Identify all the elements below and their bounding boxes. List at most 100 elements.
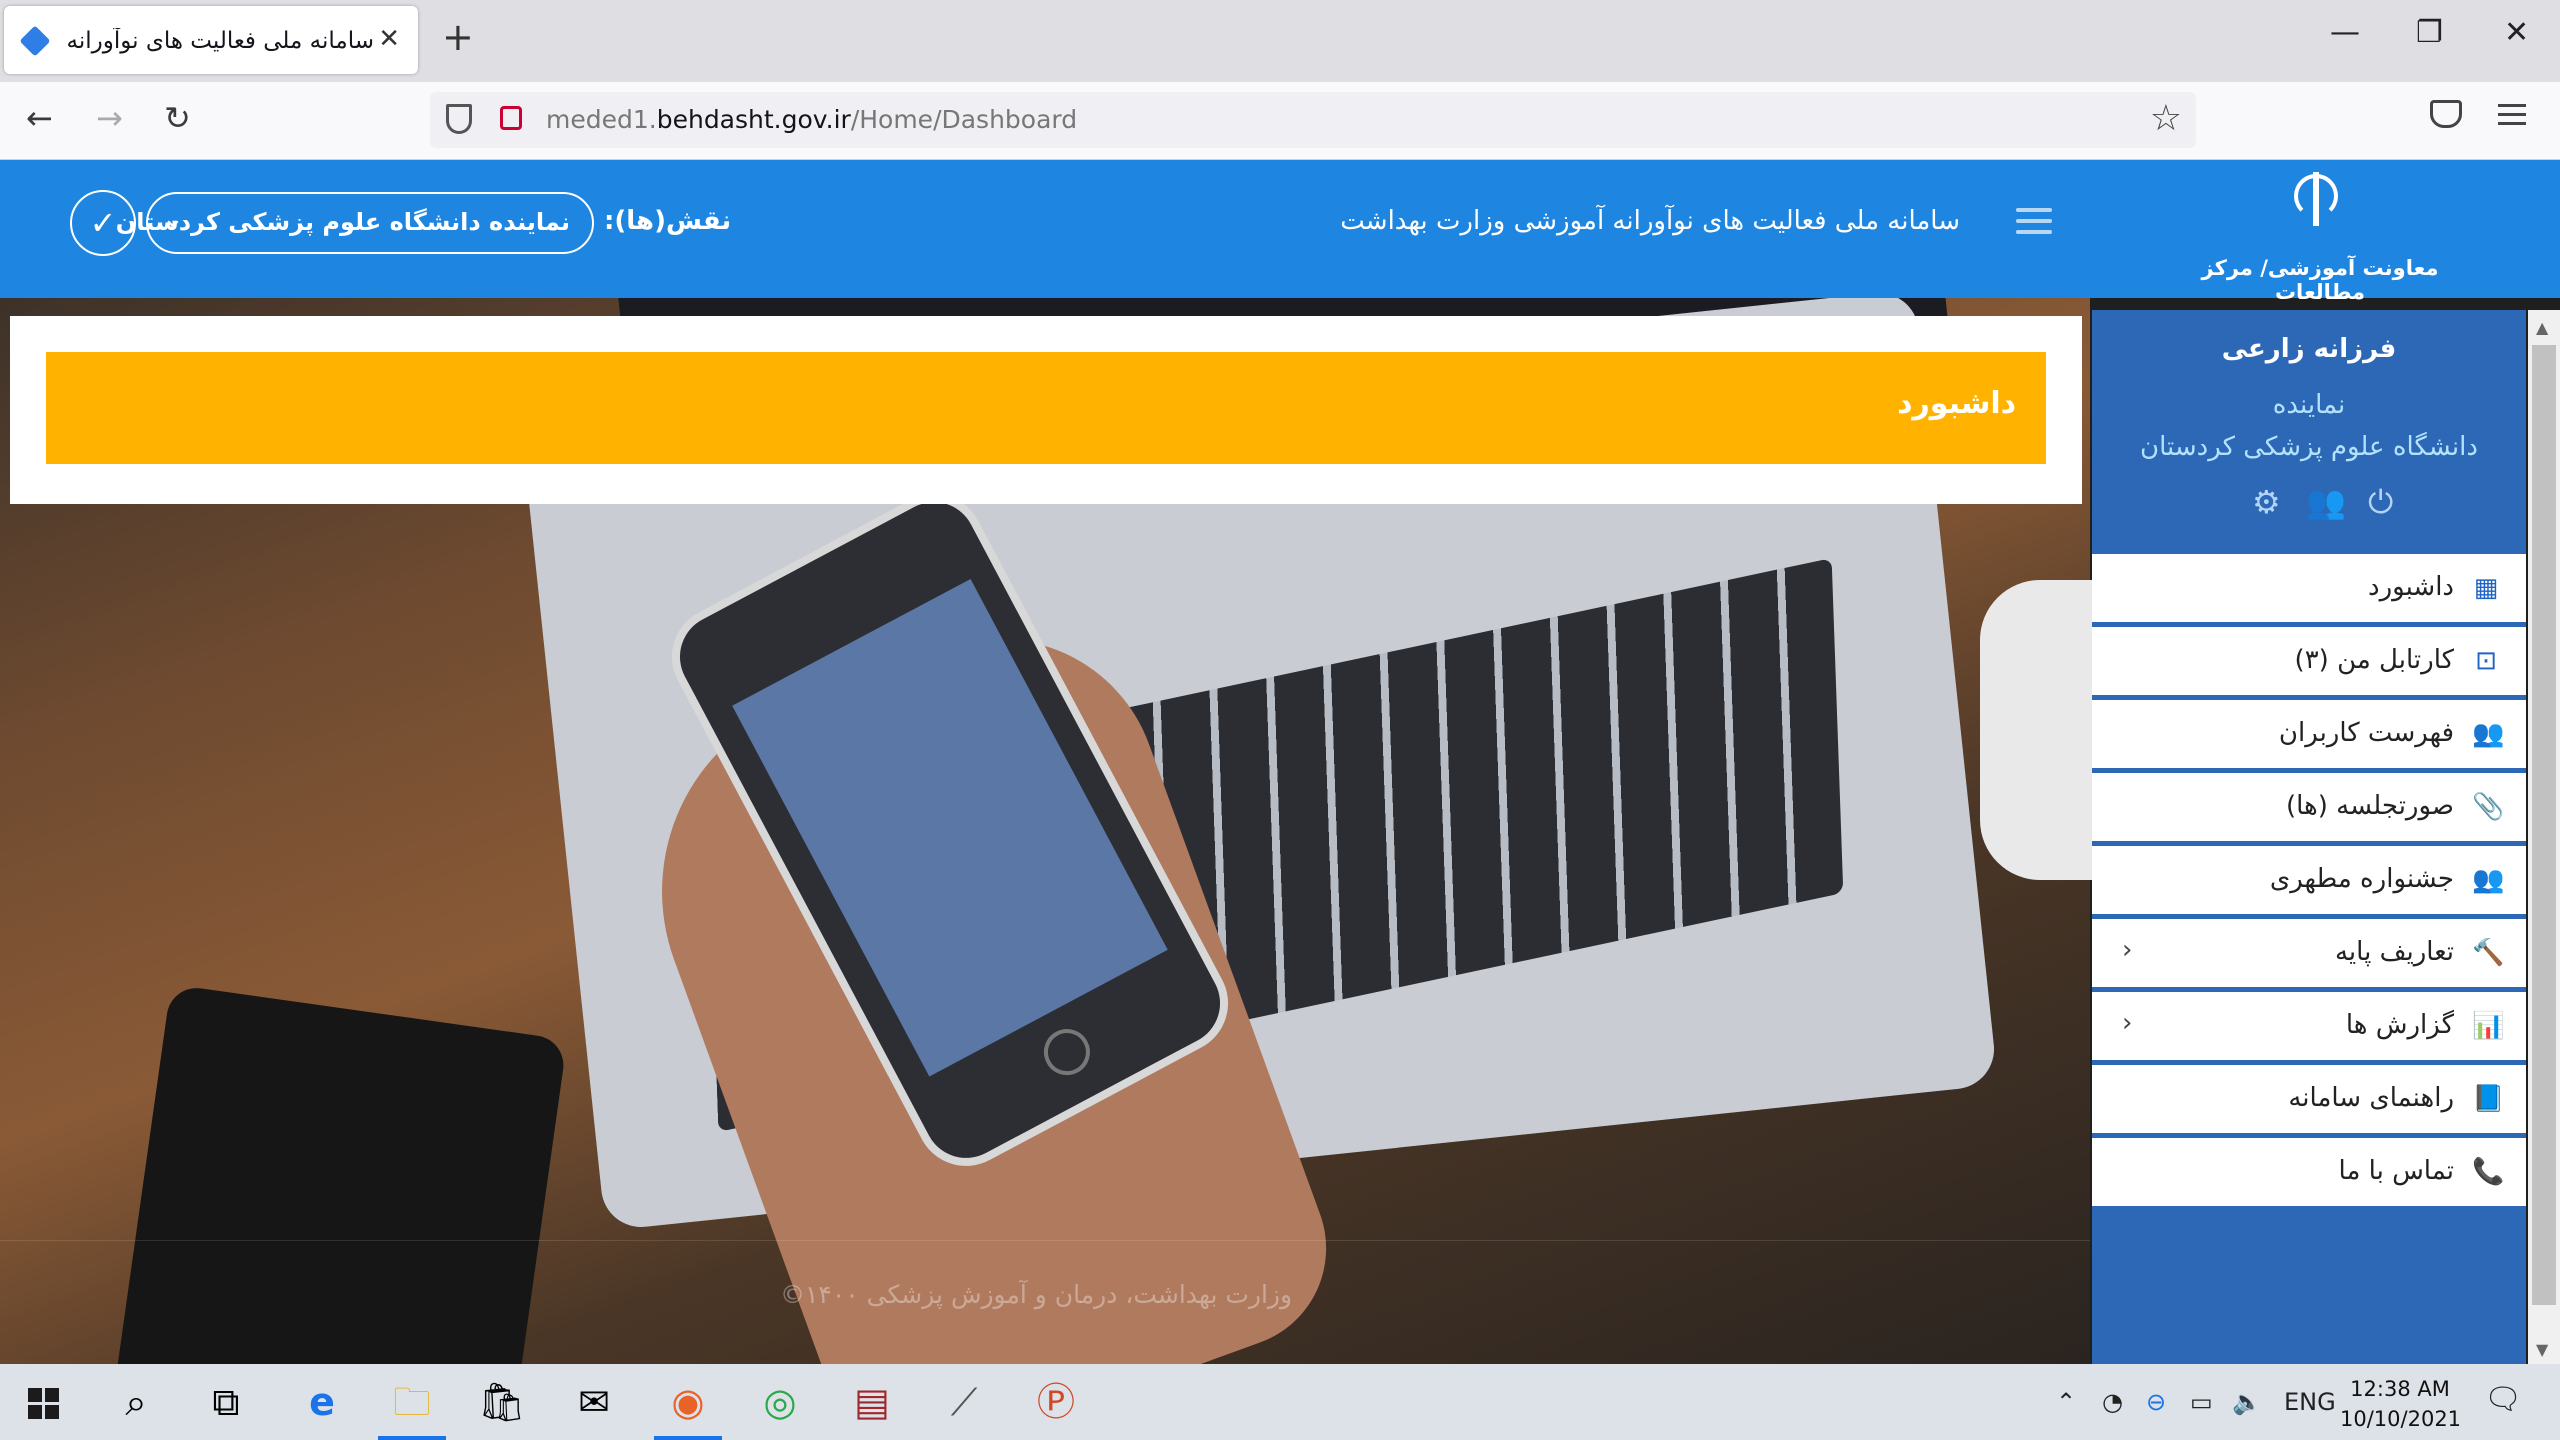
sidebar-item-users[interactable]: 👥 فهرست کاربران (2092, 700, 2526, 770)
sidebar-item-minutes[interactable]: 📎 صورتجلسه (ها) (2092, 773, 2526, 843)
wifi-icon[interactable]: ◔ (2102, 1388, 2123, 1416)
sidebar-item-label: گزارش ها (2345, 1010, 2454, 1040)
sidebar-item-guide[interactable]: 📘 راهنمای سامانه (2092, 1065, 2526, 1135)
gear-icon[interactable]: ⚙ (2252, 486, 2281, 518)
clock-date: 10/10/2021 (2340, 1407, 2462, 1431)
users-icon[interactable]: 👥 (2306, 486, 2346, 518)
new-tab-button[interactable]: + (442, 18, 474, 56)
file-explorer-icon[interactable]: 🗀 (378, 1376, 446, 1440)
dashboard-card: داشبورد (10, 316, 2082, 504)
tracking-shield-icon[interactable] (446, 104, 472, 134)
sidebar-item-label: تماس با ما (2338, 1156, 2454, 1186)
firefox-icon[interactable]: ◉ (654, 1376, 722, 1440)
user-actions: ⚙ 👥 ⏻ (2252, 486, 2402, 526)
book-icon: 📘 (2472, 1084, 2505, 1114)
sidebar-toggle-icon[interactable] (2016, 208, 2052, 241)
phone-home-button (1035, 1020, 1099, 1084)
sidebar-item-reports[interactable]: 📊 گزارش ها › (2092, 992, 2526, 1062)
selected-role: نماینده دانشگاه علوم پزشکی کردستان (115, 208, 570, 236)
inbox-icon: ⊡ (2475, 646, 2497, 676)
tool-app-icon[interactable]: ⟋ (936, 1376, 992, 1428)
sidebar: فرزانه زارعی نماینده دانشگاه علوم پزشکی … (2092, 310, 2526, 1364)
user-role: نماینده (2272, 390, 2346, 420)
role-select[interactable]: نماینده دانشگاه علوم پزشکی کردستان ⌄ (116, 192, 594, 254)
search-icon[interactable]: ⌕ (108, 1376, 164, 1428)
sidebar-item-inbox[interactable]: ⊡ کارتابل من (۳) (2092, 627, 2526, 697)
winrar-icon[interactable]: ▤ (844, 1376, 900, 1428)
system-title: سامانه ملی فعالیت های نوآورانه آموزشی وز… (1340, 206, 1960, 236)
sidebar-item-contact[interactable]: 📞 تماس با ما (2092, 1138, 2526, 1208)
browser-menu-icon[interactable] (2498, 104, 2526, 131)
mail-icon[interactable]: ✉ (566, 1376, 622, 1428)
bar-chart-icon: 📊 (2472, 1011, 2505, 1041)
users-icon: 👥 (2472, 719, 2505, 749)
sidebar-item-label: صورتجلسه (ها) (2285, 791, 2454, 821)
sidebar-menu: ▦ داشبورد ⊡ کارتابل من (۳) 👥 فهرست کاربر… (2092, 554, 2526, 1211)
battery-icon[interactable]: ▭ (2190, 1388, 2213, 1416)
close-window-button[interactable]: ✕ (2504, 18, 2529, 48)
users-icon: 👥 (2472, 865, 2505, 895)
bookmark-star-icon[interactable]: ☆ (2150, 98, 2182, 139)
powerpoint-icon[interactable]: Ⓟ (1028, 1376, 1084, 1428)
dashboard-icon: ▦ (2473, 573, 2499, 603)
power-icon[interactable]: ⏻ (2368, 486, 2393, 518)
chevron-down-icon: ⌄ (162, 204, 184, 234)
user-university: دانشگاه علوم پزشکی کردستان (2140, 432, 2478, 462)
sidebar-item-label: فهرست کاربران (2278, 718, 2454, 748)
sidebar-item-label: جشنواره مطهری (2269, 864, 2454, 894)
dashboard-title: داشبورد (1897, 386, 2016, 421)
scroll-up-icon[interactable]: ▲ (2536, 318, 2548, 337)
chrome-icon[interactable]: ◎ (752, 1376, 808, 1428)
restore-window-button[interactable]: ❐ (2416, 18, 2443, 48)
show-hidden-icons[interactable]: ⌃ (2056, 1388, 2076, 1416)
phone-icon: 📞 (2472, 1157, 2505, 1187)
browser-nav-bar: ← → ↻ meded1.behdasht.gov.ir/Home/Dashbo… (0, 82, 2560, 160)
sidebar-item-dashboard[interactable]: ▦ داشبورد (2092, 554, 2526, 624)
language-indicator[interactable]: ENG (2284, 1388, 2336, 1416)
paperclip-icon: 📎 (2472, 792, 2505, 822)
task-view-icon[interactable]: ⧉ (198, 1376, 254, 1428)
browser-tab-active[interactable]: سامانه ملی فعالیت های نوآورانه آموزشی ✕ (4, 6, 418, 74)
store-icon[interactable]: 🛍 (474, 1376, 530, 1428)
sidebar-item-festival[interactable]: 👥 جشنواره مطهری (2092, 846, 2526, 916)
reload-icon[interactable]: ↻ (164, 102, 191, 134)
tab-title: سامانه ملی فعالیت های نوآورانه آموزشی (64, 28, 374, 54)
chevron-right-icon: › (2122, 935, 2133, 965)
scrollbar-thumb[interactable] (2532, 345, 2556, 1305)
minimize-window-button[interactable]: — (2330, 18, 2360, 48)
notifications-icon[interactable]: 🗨 (2484, 1382, 2522, 1417)
system-clock[interactable]: 12:38 AM 10/10/2021 (2340, 1374, 2462, 1434)
browser-tab-bar: سامانه ملی فعالیت های نوآورانه آموزشی ✕ … (0, 0, 2560, 82)
dashboard-banner: داشبورد (46, 352, 2046, 464)
address-bar[interactable]: meded1.behdasht.gov.ir/Home/Dashboard ☆ (430, 92, 2196, 148)
page-content: وزارت بهداشت، درمان و آموزش پزشکی ۱۴۰۰© … (0, 160, 2560, 1364)
windows-start-icon[interactable] (28, 1388, 60, 1420)
site-favicon-icon (19, 25, 51, 57)
close-tab-icon[interactable]: ✕ (378, 24, 400, 54)
back-arrow-icon[interactable]: ← (26, 102, 53, 134)
notebook-graphic (112, 984, 568, 1364)
sidebar-item-label: داشبورد (2368, 572, 2454, 602)
logo-caption: معاونت آموزشی/ مرکز مطالعات (2201, 256, 2439, 304)
sidebar-item-label: تعاریف پایه (2334, 937, 2454, 967)
site-header: معاونت آموزشی/ مرکز مطالعات سامانه ملی ف… (0, 160, 2560, 304)
user-name: فرزانه زارعی (2221, 334, 2397, 364)
insecure-lock-icon[interactable] (500, 106, 522, 130)
scroll-down-icon[interactable]: ▼ (2536, 1340, 2548, 1359)
url-text[interactable]: meded1.behdasht.gov.ir/Home/Dashboard (546, 105, 1077, 134)
pocket-icon[interactable] (2430, 100, 2462, 128)
sidebar-item-label: کارتابل من (۳) (2294, 645, 2454, 675)
confirm-role-button[interactable]: ✓ (70, 190, 136, 256)
clock-time: 12:38 AM (2350, 1377, 2450, 1401)
sidebar-item-label: راهنمای سامانه (2288, 1083, 2454, 1113)
edge-browser-icon[interactable]: e (294, 1376, 350, 1428)
footer-divider (0, 1240, 2090, 1241)
footer-copyright: وزارت بهداشت، درمان و آموزش پزشکی ۱۴۰۰© (780, 1280, 1293, 1309)
windows-taskbar: ⌕ ⧉ e 🗀 🛍 ✉ ◉ ◎ ▤ ⟋ Ⓟ ⌃ ◔ ⊖ ▭ 🔈 ENG 12:3… (0, 1364, 2560, 1440)
app-tray-icon[interactable]: ⊖ (2146, 1388, 2166, 1416)
volume-icon[interactable]: 🔈 (2232, 1388, 2262, 1416)
wrench-icon: 🔨 (2472, 938, 2505, 968)
sidebar-item-base-definitions[interactable]: 🔨 تعاریف پایه › (2092, 919, 2526, 989)
forward-arrow-icon[interactable]: → (96, 102, 123, 134)
roles-label: نقش(ها): (604, 206, 732, 236)
